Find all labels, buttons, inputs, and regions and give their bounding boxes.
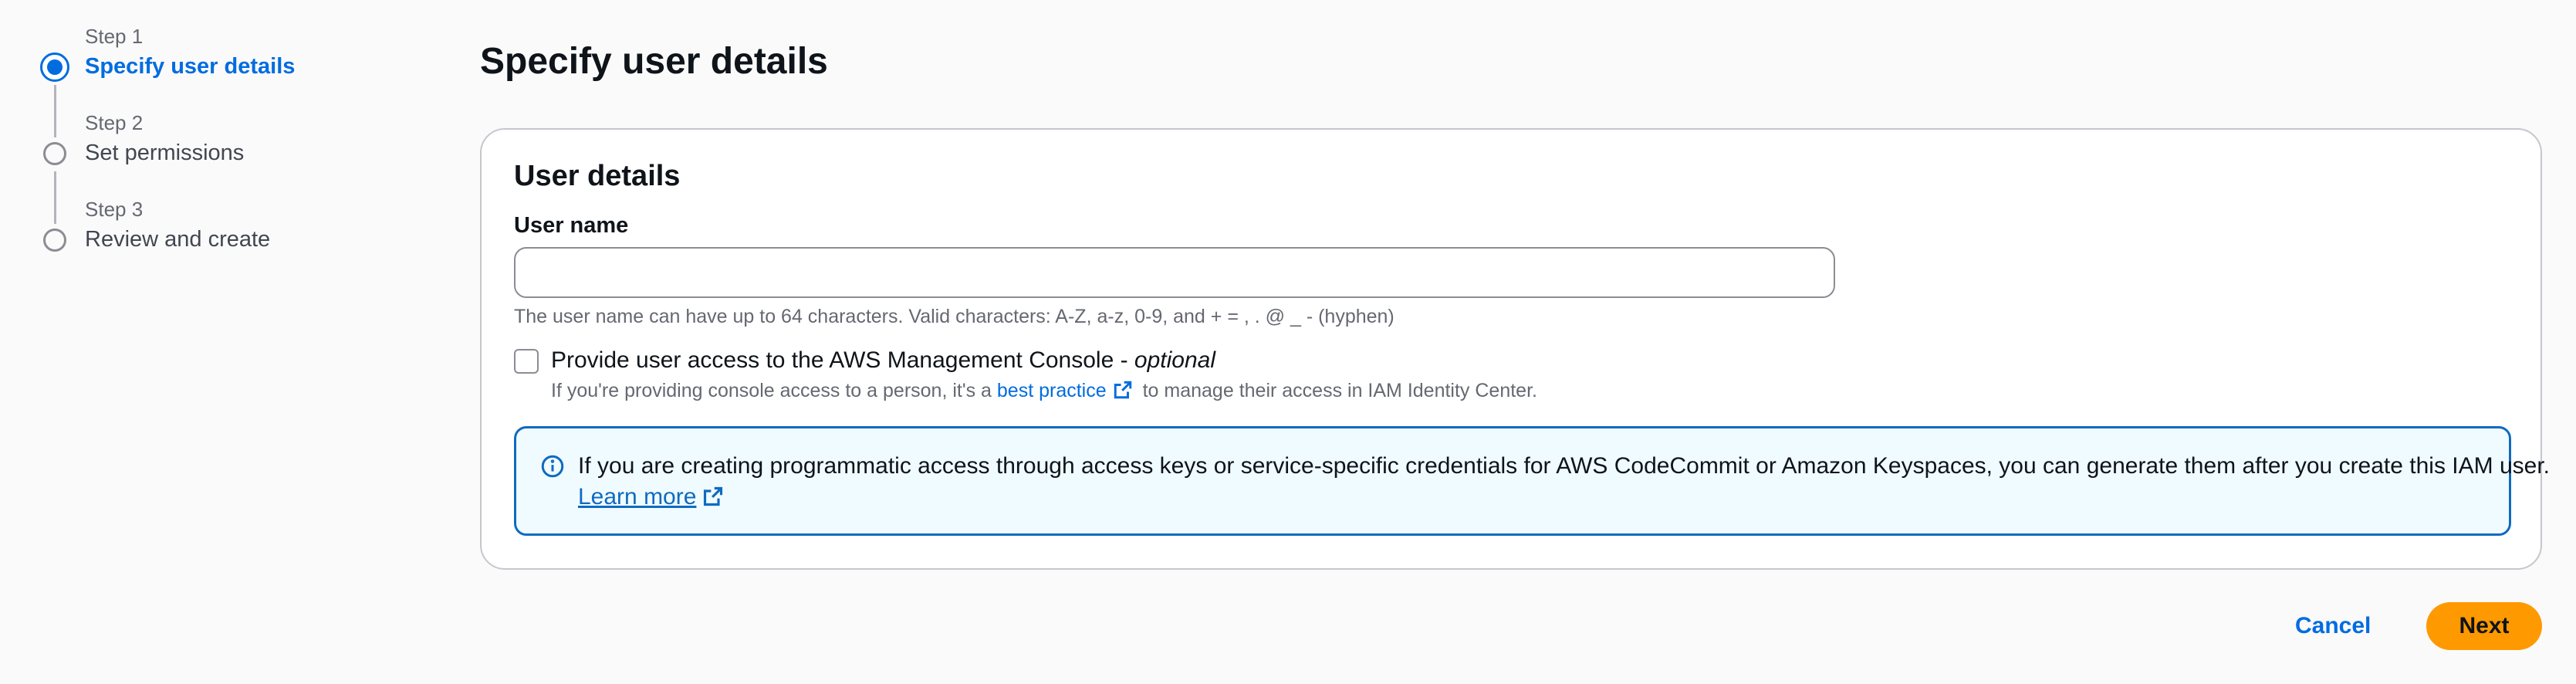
wizard-step-2: Step 2 Set permissions <box>40 111 395 224</box>
learn-more-link-text: Learn more <box>578 484 697 510</box>
learn-more-link[interactable]: Learn more <box>578 483 729 512</box>
info-icon <box>541 455 564 478</box>
user-name-input[interactable] <box>514 247 1835 298</box>
step-title-set-permissions: Set permissions <box>85 141 245 165</box>
best-practice-link-text: best practice <box>996 380 1107 401</box>
wizard-step-1[interactable]: Step 1 Specify user details <box>40 25 395 137</box>
user-name-label: User name <box>514 213 629 238</box>
step-pending-indicator-icon <box>43 142 66 165</box>
step-title-specify-user-details[interactable]: Specify user details <box>85 52 295 80</box>
step-title-review-and-create: Review and create <box>85 227 271 252</box>
step-current-indicator-icon <box>40 52 69 82</box>
next-button[interactable]: Next <box>2426 602 2542 650</box>
step-number: Step 1 <box>85 25 144 48</box>
optional-tag: optional <box>1134 347 1216 373</box>
best-practice-link[interactable]: best practice <box>997 380 1138 401</box>
card-title: User details <box>514 160 681 192</box>
user-name-hint: The user name can have up to 64 characte… <box>514 306 1394 327</box>
info-alert: If you are creating programmatic access … <box>514 426 2550 536</box>
step-pending-indicator-icon <box>43 229 66 252</box>
console-access-description: If you're providing console access to a … <box>551 378 1537 403</box>
console-access-label[interactable]: Provide user access to the AWS Managemen… <box>551 346 1215 375</box>
step-number: Step 2 <box>85 111 144 134</box>
step-number: Step 3 <box>85 198 144 221</box>
cancel-button[interactable]: Cancel <box>2295 602 2371 650</box>
description-text: If you're providing console access to a … <box>551 380 997 401</box>
wizard-step-3: Step 3 Review and create <box>40 198 395 284</box>
external-link-icon <box>1114 381 1131 399</box>
console-access-label-text: Provide user access to the AWS Managemen… <box>551 347 1134 373</box>
user-details-card: User details User name The user name can… <box>480 128 2550 570</box>
description-text-end: to manage their access in IAM Identity C… <box>1137 380 1537 401</box>
page-title: Specify user details <box>480 41 828 82</box>
console-access-checkbox[interactable] <box>514 349 539 374</box>
page: Step 1 Specify user details Step 2 Set p… <box>0 0 2576 684</box>
wizard-steps: Step 1 Specify user details Step 2 Set p… <box>40 25 395 284</box>
info-alert-text: If you are creating programmatic access … <box>578 453 2551 479</box>
external-link-icon <box>704 486 723 506</box>
